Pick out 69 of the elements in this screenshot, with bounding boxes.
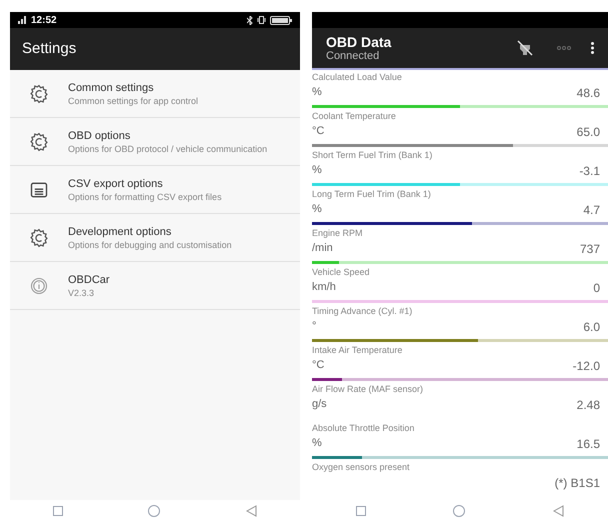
sensor-unit: g/s [312, 397, 327, 412]
sensor-unit: % [312, 163, 322, 178]
settings-item[interactable]: CSV export options Options for formatting CSV export files [10, 166, 300, 214]
sensor-value: -3.1 [579, 162, 600, 180]
sensor-unit: /min [312, 241, 333, 256]
sensor-unit: % [312, 202, 322, 218]
back-icon[interactable] [246, 504, 258, 516]
connection-status: Connected [326, 50, 380, 62]
item-subtitle: Options for formatting CSV export files [68, 192, 222, 204]
sensor-name: Vehicle Speed [312, 267, 371, 278]
settings-item[interactable]: Development options Options for debugging and customisation [10, 214, 300, 262]
item-title: Development options [68, 224, 172, 240]
signal-icon [18, 16, 27, 24]
gear-icon [29, 132, 49, 152]
vibrate-icon [257, 16, 266, 24]
home-icon[interactable] [148, 504, 160, 516]
gear-icon [29, 228, 49, 248]
sensor-unit: ° [312, 319, 316, 334]
sensor-name: Coolant Temperature [312, 111, 397, 122]
sensor-name: Long Term Fuel Trim (Bank 1) [312, 189, 432, 200]
sensor-value: -12.0 [572, 358, 600, 374]
item-subtitle: Options for debugging and customisation [68, 240, 232, 252]
dots-icon[interactable] [557, 46, 571, 50]
sensor-unit: km/h [312, 280, 336, 296]
sensor-value: 0 [593, 280, 600, 296]
sensor-value: 2.48 [576, 396, 600, 414]
settings-item[interactable]: OBDCar V2.3.3 [10, 262, 300, 310]
sensor-name: Timing Advance (Cyl. #1) [312, 306, 414, 317]
sensor-unit: % [312, 436, 322, 452]
item-title: Common settings [68, 80, 155, 96]
sensor-value: 4.7 [583, 202, 600, 218]
info-icon [30, 276, 48, 294]
back-icon[interactable] [553, 504, 564, 516]
item-title: OBD options [68, 128, 132, 144]
sensor-value: 48.6 [576, 84, 600, 102]
item-subtitle: Options for OBD protocol / vehicle communication [68, 144, 268, 156]
home-icon[interactable] [453, 504, 466, 516]
item-title: CSV export options [68, 176, 164, 192]
sensor-name: Short Term Fuel Trim (Bank 1) [312, 150, 434, 161]
sensor-value: 16.5 [576, 436, 600, 452]
sensor-value: (*) B1S1 [554, 474, 600, 492]
document-icon [29, 180, 49, 200]
screen-title: Settings [22, 38, 76, 59]
sensor-name: Calculated Load Value [312, 72, 403, 83]
sensor-name: Air Flow Rate (MAF sensor) [312, 384, 424, 395]
recent-apps-icon[interactable] [356, 506, 366, 516]
sensor-value: 737 [580, 240, 600, 258]
settings-item[interactable]: Common settings Common settings for app control [10, 70, 300, 118]
bluetooth-icon [247, 16, 253, 24]
gear-icon [29, 84, 49, 104]
sensor-unit: °C [312, 124, 324, 140]
sensor-unit: % [312, 85, 322, 100]
battery-icon [270, 16, 292, 24]
sensor-name: Oxygen sensors present [312, 462, 411, 473]
item-title: OBDCar [68, 272, 110, 288]
overflow-menu-icon[interactable] [591, 42, 594, 54]
item-subtitle: Common settings for app control [68, 96, 198, 108]
screen-title: OBD Data [326, 34, 392, 50]
recent-apps-icon[interactable] [52, 506, 63, 516]
status-time: 12:52 [31, 14, 57, 28]
sensor-name: Absolute Throttle Position [312, 423, 416, 434]
sensor-value: 6.0 [583, 318, 600, 336]
sensor-name: Intake Air Temperature [312, 345, 404, 356]
settings-item[interactable]: OBD options Options for OBD protocol / vehicle communication [10, 118, 300, 166]
item-subtitle: V2.3.3 [68, 288, 96, 300]
sensor-unit: °C [312, 358, 324, 374]
sensor-name: Engine RPM [312, 228, 364, 239]
disconnect-plug-icon[interactable] [517, 40, 533, 56]
sensor-value: 65.0 [576, 124, 600, 140]
